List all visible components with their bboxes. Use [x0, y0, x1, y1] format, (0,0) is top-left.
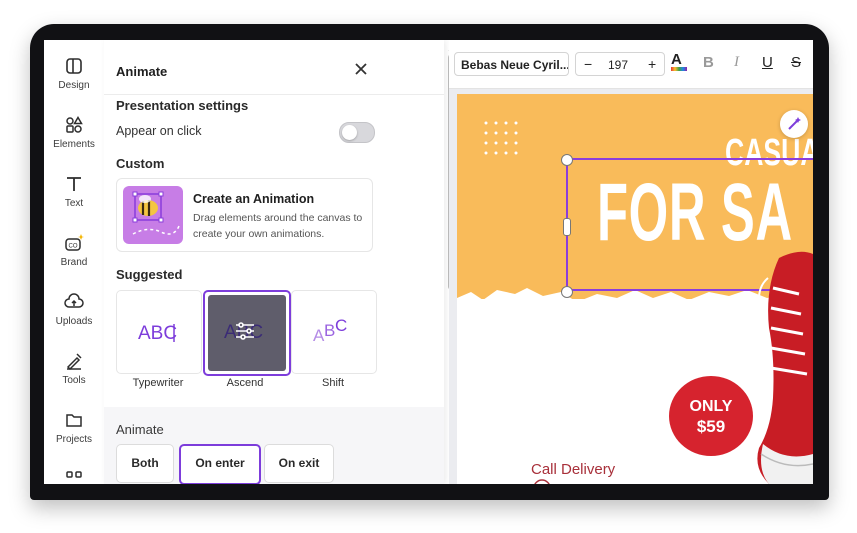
strikethrough-button[interactable]: S: [791, 54, 801, 71]
rail-label: Uploads: [55, 316, 93, 327]
animation-ascend[interactable]: ABC: [203, 290, 291, 376]
uploads-icon: [64, 293, 84, 308]
animation-typewriter[interactable]: ABC: [116, 290, 202, 374]
badge-price: $59: [696, 417, 726, 436]
rail-item-text[interactable]: Text: [44, 174, 104, 209]
apps-icon: [66, 471, 82, 478]
rail-item-design[interactable]: Design: [44, 56, 104, 91]
presentation-heading: Presentation settings: [116, 98, 249, 113]
resize-handle-top-left[interactable]: [561, 154, 573, 166]
animate-on-enter-button[interactable]: On enter: [179, 444, 261, 484]
rail-item-brand[interactable]: CO Brand: [44, 233, 104, 268]
create-animation-description: Drag elements around the canvas to creat…: [193, 212, 363, 240]
rail-item-projects[interactable]: Projects: [44, 410, 104, 445]
create-animation-card[interactable]: Create an Animation Drag elements around…: [116, 178, 373, 252]
rail-item-uploads[interactable]: Uploads: [44, 292, 104, 327]
bee-illustration: [123, 186, 183, 244]
projects-icon: [66, 414, 82, 427]
rail-item-elements[interactable]: Elements: [44, 115, 104, 150]
rail-label: Tools: [62, 375, 86, 386]
panel-title: Animate: [116, 64, 168, 79]
brand-icon: CO: [65, 234, 84, 251]
suggested-heading: Suggested: [116, 267, 183, 282]
typewriter-label: Typewriter: [132, 377, 184, 389]
shift-label: Shift: [321, 377, 344, 389]
ascend-label: Ascend: [226, 377, 264, 389]
shift-preview: A B C: [295, 294, 373, 370]
rail-item-apps[interactable]: [44, 469, 104, 484]
text-icon: [67, 177, 81, 191]
dot-pattern: [484, 121, 518, 155]
design-icon: [66, 58, 82, 74]
ascend-preview: ABC: [208, 295, 286, 371]
italic-button[interactable]: I: [734, 54, 739, 71]
resize-handle-bottom-left[interactable]: [561, 286, 573, 298]
font-size-value[interactable]: 197: [608, 58, 628, 72]
phone-circle-icon: [534, 479, 550, 484]
sliders-icon: [236, 322, 254, 340]
animate-on-exit-button[interactable]: On exit: [264, 444, 334, 483]
curved-arrow-icon: [754, 277, 769, 314]
tools-icon: [66, 353, 82, 371]
rail-label: Projects: [55, 434, 93, 445]
animate-panel: Animate Presentation settings Appear on …: [104, 40, 455, 484]
rail-item-tools[interactable]: Tools: [44, 351, 104, 386]
appear-on-click-label: Appear on click: [116, 124, 202, 138]
magic-edit-button[interactable]: [780, 110, 808, 138]
create-animation-title: Create an Animation: [193, 192, 315, 206]
increase-size-button[interactable]: +: [648, 56, 656, 72]
elements-icon: [66, 116, 83, 133]
price-badge[interactable]: ONLY $59: [669, 376, 753, 456]
toggle-knob: [342, 125, 357, 140]
typewriter-preview: ABC: [120, 294, 198, 370]
app-screen: Design Elements Text CO Brand Uploads To…: [44, 40, 813, 484]
rail-label: Elements: [53, 139, 95, 150]
side-rail: Design Elements Text CO Brand Uploads To…: [44, 40, 105, 484]
badge-only: ONLY: [689, 398, 733, 415]
svg-text:B: B: [324, 321, 335, 340]
animate-heading: Animate: [116, 422, 164, 437]
svg-text:C: C: [335, 316, 347, 335]
rail-label: Text: [64, 198, 84, 209]
custom-heading: Custom: [116, 156, 165, 171]
resize-handle-left[interactable]: [563, 218, 571, 236]
design-canvas[interactable]: CASUA FOR SA ONLY $59 Call Delivery: [457, 94, 813, 484]
panel-header: Animate: [104, 40, 444, 95]
call-delivery-text[interactable]: Call Delivery: [531, 461, 615, 478]
svg-text:CO: CO: [69, 244, 78, 250]
magic-wand-icon: [788, 117, 801, 130]
text-color-button[interactable]: A: [671, 51, 687, 71]
rail-label: Brand: [60, 257, 88, 268]
font-family-select[interactable]: Bebas Neue Cyril...: [454, 52, 569, 76]
underline-button[interactable]: U: [762, 54, 773, 71]
font-size-stepper[interactable]: − 197 +: [575, 52, 665, 76]
close-icon[interactable]: [353, 61, 369, 77]
rail-label: Design: [58, 80, 90, 91]
decrease-size-button[interactable]: −: [584, 56, 592, 72]
text-color-icon: A: [671, 51, 682, 68]
bold-button[interactable]: B: [703, 54, 714, 71]
typewriter-preview-text: ABC: [138, 323, 177, 344]
animate-both-button[interactable]: Both: [116, 444, 174, 483]
appear-on-click-toggle[interactable]: [339, 122, 375, 143]
animation-shift[interactable]: A B C: [291, 290, 377, 374]
